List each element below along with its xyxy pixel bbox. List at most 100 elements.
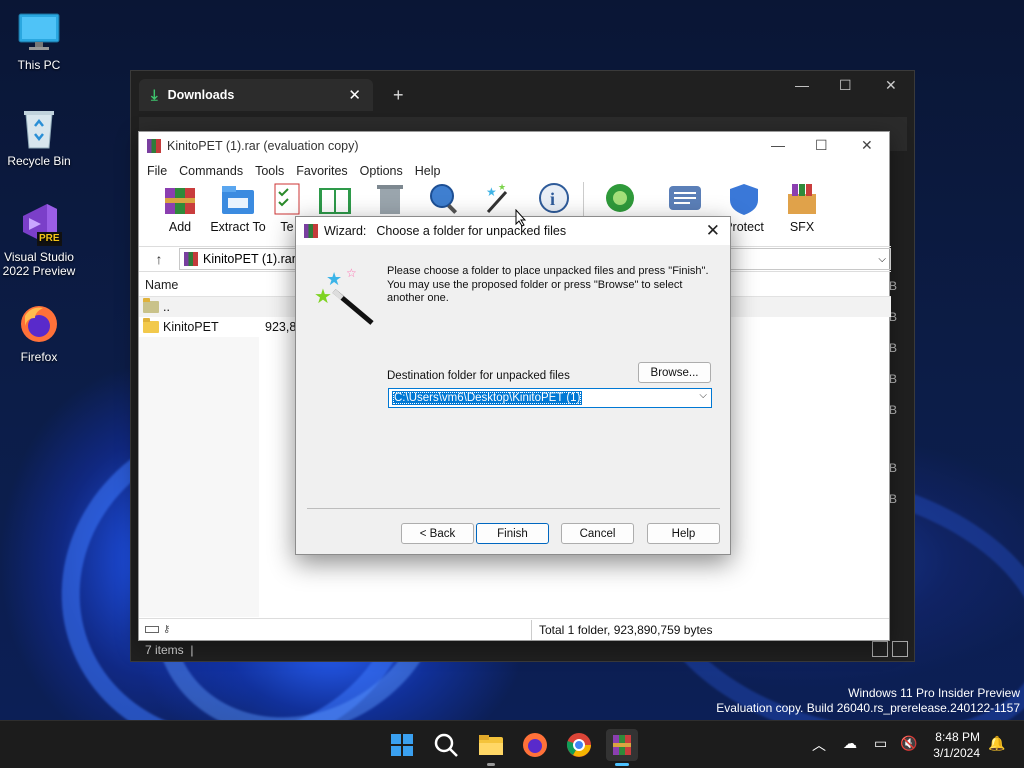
close-icon[interactable]: ✕ [861, 137, 873, 154]
visual-studio-icon: PRE [17, 202, 62, 246]
dialog-titlebar: Wizard: Choose a folder for unpacked fil… [296, 217, 730, 245]
cloud-offline-icon[interactable]: ☁ [843, 735, 857, 752]
size-cell: B [889, 461, 898, 475]
minimize-icon[interactable]: — [795, 77, 809, 93]
destination-label: Destination folder for unpacked files [387, 370, 570, 382]
browse-button[interactable]: Browse... [638, 362, 711, 383]
toolbar-delete-button[interactable] [363, 182, 417, 220]
size-cell: B [889, 492, 898, 506]
list-blank-area [139, 337, 259, 617]
maximize-icon[interactable]: ☐ [839, 77, 852, 94]
menu-options[interactable]: Options [354, 164, 409, 178]
view-buttons [872, 641, 908, 657]
clock[interactable]: 8:48 PM 3/1/2024 [926, 729, 980, 761]
destination-folder-value[interactable]: C:\Users\vm6\Desktop\KinitoPET (1) [392, 391, 583, 405]
menu-favorites[interactable]: Favorites [290, 164, 353, 178]
explorer-status: 7 items | [145, 643, 194, 657]
menu-file[interactable]: File [141, 164, 173, 178]
close-icon[interactable]: ✕ [885, 77, 897, 94]
chevron-up-icon[interactable]: ︿ [812, 735, 826, 755]
recycle-bin-icon [17, 106, 61, 150]
menu-tools[interactable]: Tools [249, 164, 290, 178]
window-title: KinitoPET (1).rar (evaluation copy) [167, 139, 359, 153]
toolbar-find-button[interactable] [417, 182, 471, 220]
start-icon[interactable] [386, 729, 418, 761]
destination-folder-combo[interactable]: C:\Users\vm6\Desktop\KinitoPET (1) ⌵ [388, 388, 712, 408]
file-explorer-icon[interactable] [475, 729, 507, 766]
download-icon: ⤓ [151, 86, 158, 104]
column-name[interactable]: Name [139, 278, 178, 292]
toolbar-view-button[interactable] [307, 182, 363, 220]
help-button[interactable]: Help [647, 523, 720, 544]
desktop-icon-firefox[interactable]: Firefox [0, 302, 78, 364]
add-archive-icon [162, 182, 198, 216]
toolbar-info-button[interactable]: i [525, 182, 583, 220]
minimize-icon[interactable]: — [771, 137, 785, 153]
tab-downloads[interactable]: ⤓ Downloads ✕ [139, 79, 373, 111]
svg-text:★: ★ [486, 185, 497, 199]
toolbar-sfx-button[interactable]: SFX [773, 182, 831, 234]
dialog-title: Choose a folder for unpacked files [376, 224, 567, 238]
status-bar: ⚷ Total 1 folder, 923,890,759 bytes [139, 618, 889, 640]
find-icon [426, 182, 462, 216]
folder-icon [143, 298, 159, 313]
size-cell: B [889, 372, 898, 386]
tab-close-button[interactable]: ✕ [348, 86, 361, 104]
toolbar-extract-button[interactable]: Extract To [209, 182, 267, 234]
chevron-down-icon[interactable]: ⌵ [878, 254, 886, 265]
toolbar-virus-scan-button[interactable] [583, 182, 655, 220]
svg-text:★: ★ [314, 286, 332, 308]
view-icon [317, 182, 353, 216]
desktop-icon-recycle-bin[interactable]: Recycle Bin [0, 106, 78, 168]
desktop-icon-label: Firefox [20, 350, 58, 364]
winrar-titlebar: KinitoPET (1).rar (evaluation copy) — ☐ … [139, 132, 889, 160]
tiles-view-icon[interactable] [892, 641, 908, 657]
taskbar: ︿ ☁ ▭ 🔇 8:48 PM 3/1/2024 🔔 [0, 720, 1024, 768]
virus-scan-icon [602, 182, 638, 216]
tab-title: Downloads [167, 88, 235, 102]
folder-icon [143, 318, 159, 333]
svg-text:☆: ☆ [346, 266, 357, 280]
finish-button[interactable]: Finish [476, 523, 549, 544]
notification-bell-icon[interactable]: 🔔 [988, 735, 1005, 752]
shield-icon [726, 182, 762, 216]
sfx-icon [784, 182, 820, 216]
archive-icon [184, 252, 198, 266]
cancel-button[interactable]: Cancel [561, 523, 634, 544]
maximize-icon[interactable]: ☐ [815, 137, 828, 154]
volume-muted-icon[interactable]: 🔇 [900, 735, 917, 752]
desktop-icon-label: Visual Studio 2022 Preview [2, 250, 76, 278]
menu-commands[interactable]: Commands [173, 164, 249, 178]
chrome-icon[interactable] [563, 729, 595, 761]
back-button[interactable]: < Back [401, 523, 474, 544]
desktop-icon-visual-studio[interactable]: PRE Visual Studio 2022 Preview [0, 202, 78, 278]
up-arrow-icon[interactable]: ↑ [139, 251, 179, 267]
monitor-icon [17, 10, 61, 54]
desktop-icon-label: Recycle Bin [7, 154, 71, 168]
firefox-icon[interactable] [519, 729, 551, 761]
wizard-icon: ★ ★ [480, 182, 516, 216]
wizard-dialog[interactable]: Wizard: Choose a folder for unpacked fil… [295, 216, 731, 555]
search-icon[interactable] [430, 729, 462, 761]
chevron-down-icon[interactable]: ⌵ [699, 390, 707, 401]
details-view-icon[interactable] [872, 641, 888, 657]
pre-badge: PRE [37, 232, 62, 246]
comment-icon [667, 182, 703, 216]
winrar-icon[interactable] [606, 729, 638, 766]
svg-text:★: ★ [498, 182, 506, 192]
toolbar-add-button[interactable]: Add [151, 182, 209, 234]
new-tab-button[interactable]: + [393, 85, 404, 106]
network-icon[interactable]: ▭ [874, 735, 887, 752]
delete-icon [372, 182, 408, 216]
dialog-title-prefix: Wizard: [324, 224, 367, 238]
close-icon[interactable]: ✕ [706, 221, 720, 241]
status-total: Total 1 folder, 923,890,759 bytes [539, 622, 713, 637]
test-icon [269, 182, 305, 216]
dialog-message: Please choose a folder to place unpacked… [387, 265, 709, 304]
toolbar-comment-button[interactable] [655, 182, 715, 220]
clock-time: 8:48 PM [935, 730, 980, 744]
firefox-icon [17, 302, 61, 346]
menu-help[interactable]: Help [409, 164, 447, 178]
desktop-icon-this-pc[interactable]: This PC [0, 10, 78, 72]
mouse-cursor [515, 208, 527, 230]
